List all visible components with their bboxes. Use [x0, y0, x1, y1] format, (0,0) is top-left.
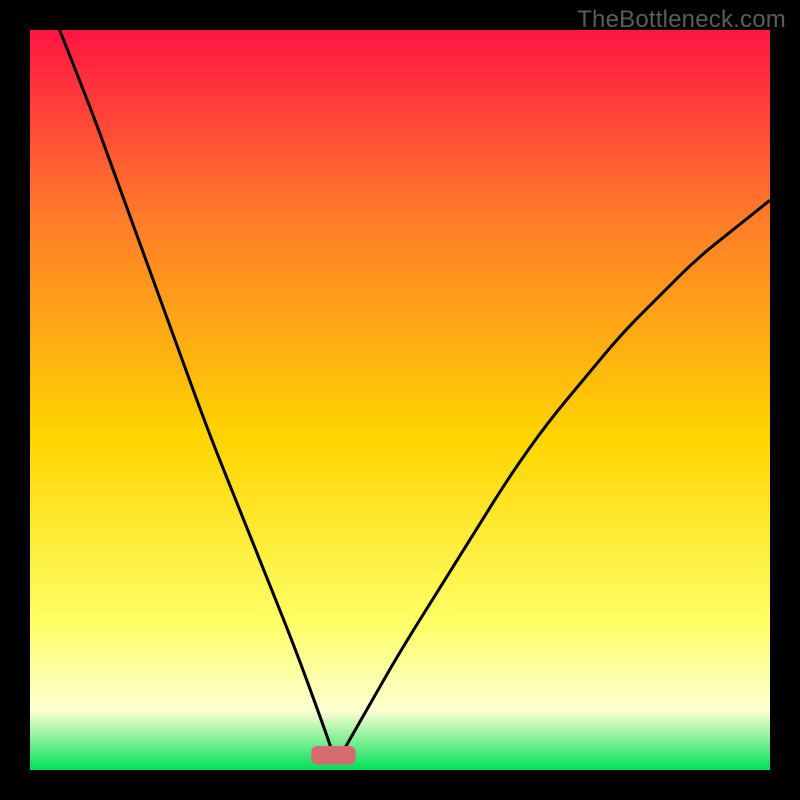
chart-svg: [30, 30, 770, 770]
minimum-marker: [311, 746, 355, 765]
chart-frame: TheBottleneck.com: [0, 0, 800, 800]
plot-area: [30, 30, 770, 770]
gradient-background: [30, 30, 770, 770]
